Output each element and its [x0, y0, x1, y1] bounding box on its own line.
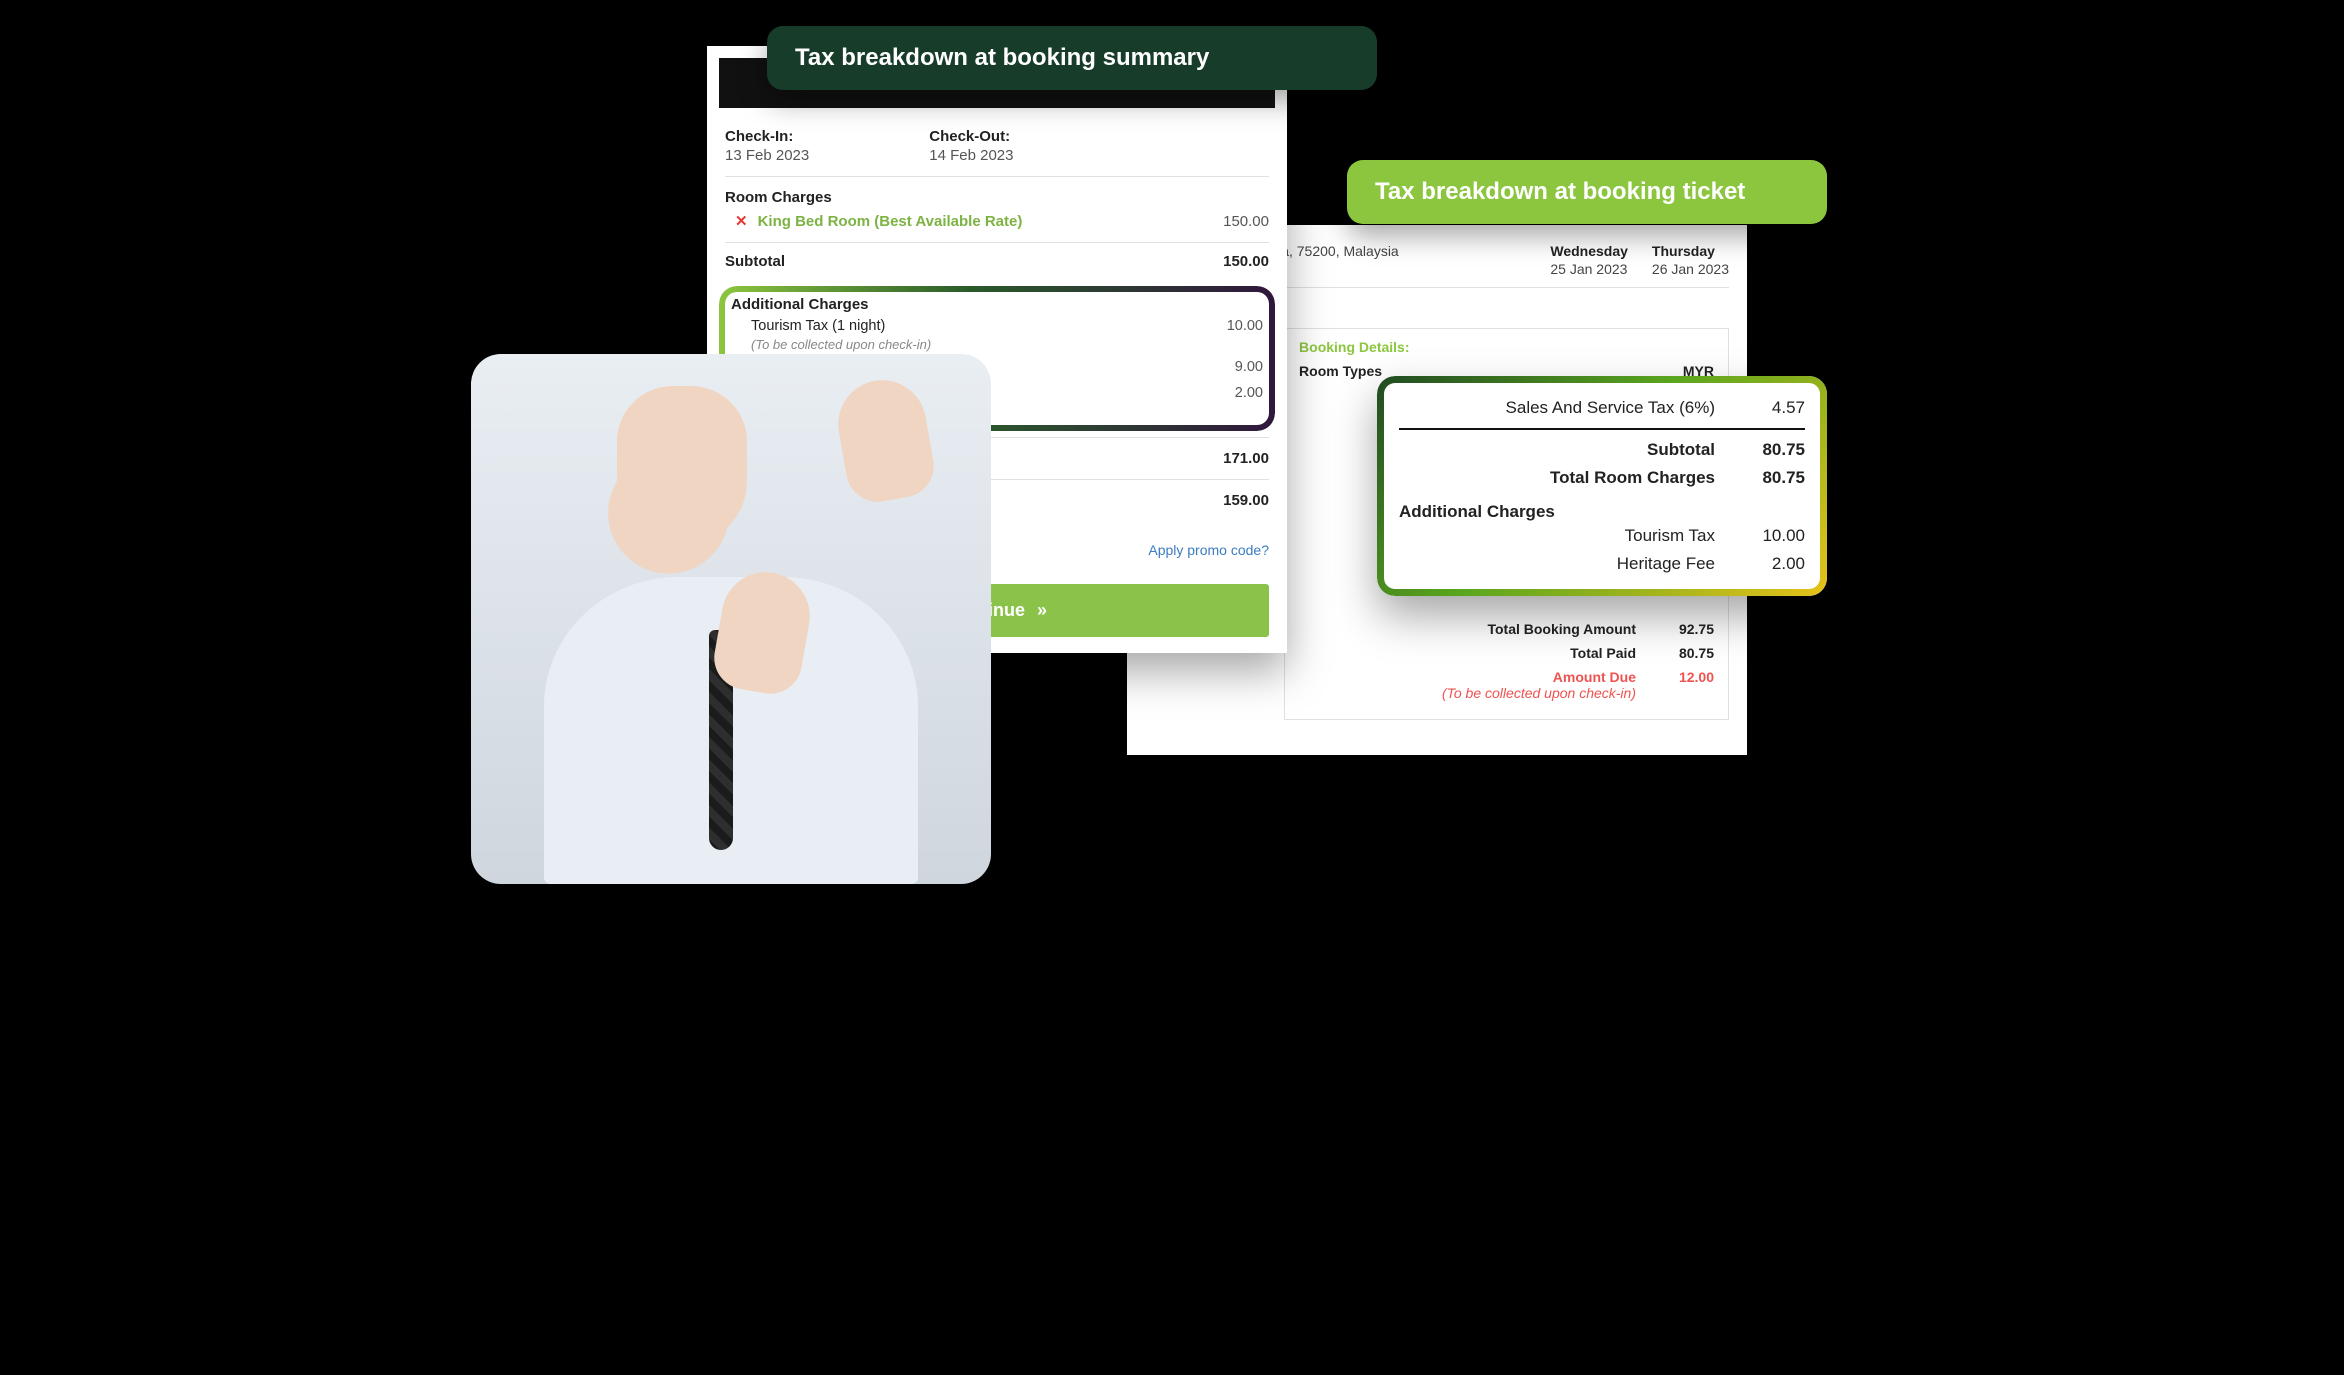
ticket-amount-due-value: 12.00	[1654, 669, 1714, 685]
pill-summary-text: Tax breakdown at booking summary	[795, 44, 1209, 71]
additional-charges-label: Additional Charges	[731, 296, 1263, 313]
ticket-subtotal-value: 80.75	[1743, 440, 1805, 460]
ticket-subtotal-label: Subtotal	[1647, 440, 1743, 460]
stage: Tax breakdown at booking summary Tax bre…	[417, 0, 1927, 886]
ticket-day-out-date: 26 Jan 2023	[1652, 261, 1729, 277]
ticket-room-charges-value: 80.75	[1743, 468, 1805, 488]
pill-summary-heading: Tax breakdown at booking summary	[767, 26, 1377, 90]
pill-ticket-heading: Tax breakdown at booking ticket	[1347, 160, 1827, 224]
check-out-label: Check-Out:	[929, 128, 1013, 145]
booking-details-title: Booking Details:	[1299, 339, 1714, 355]
room-charges-label: Room Charges	[725, 189, 1269, 206]
check-out-date: 14 Feb 2023	[929, 147, 1013, 164]
room-price: 150.00	[1223, 213, 1269, 230]
ticket-day-in-label: Wednesday	[1550, 243, 1628, 259]
ticket-total-paid-value: 80.75	[1654, 645, 1714, 661]
charge-value: 9.00	[1235, 359, 1263, 375]
amount-paid-value: 159.00	[1223, 492, 1269, 509]
tourism-value: 10.00	[1743, 526, 1805, 546]
room-name-link[interactable]: King Bed Room (Best Available Rate)	[758, 213, 1023, 230]
chevron-right-icon: »	[1037, 600, 1047, 621]
sst-value: 4.57	[1743, 398, 1805, 418]
person-image	[471, 354, 991, 884]
heritage-label: Heritage Fee	[1617, 554, 1743, 574]
charge-value: 10.00	[1227, 318, 1263, 334]
subtotal-value: 150.00	[1223, 253, 1269, 270]
ticket-room-charges-label: Total Room Charges	[1550, 468, 1743, 488]
check-in-date: 13 Feb 2023	[725, 147, 809, 164]
heritage-value: 2.00	[1743, 554, 1805, 574]
ticket-total-booking-value: 92.75	[1654, 621, 1714, 637]
charge-value: 2.00	[1235, 385, 1263, 401]
ticket-day-out-label: Thursday	[1652, 243, 1729, 259]
ticket-additional-charges-label: Additional Charges	[1399, 502, 1805, 522]
charge-hint: (To be collected upon check-in)	[751, 337, 1263, 352]
room-charge-row: ✕ King Bed Room (Best Available Rate) 15…	[725, 206, 1269, 243]
ticket-total-booking-label: Total Booking Amount	[1487, 621, 1654, 637]
ticket-day-in-date: 25 Jan 2023	[1550, 261, 1628, 277]
ticket-tax-highlight: Sales And Service Tax (6%) 4.57 Subtotal…	[1377, 376, 1827, 596]
ticket-amount-due-label: Amount Due	[1553, 669, 1636, 685]
charge-name: Tourism Tax (1 night)	[731, 318, 885, 334]
ticket-total-paid-label: Total Paid	[1570, 645, 1654, 661]
apply-promo-link[interactable]: Apply promo code?	[1148, 542, 1269, 558]
room-types-label: Room Types	[1299, 363, 1382, 379]
total-booking-value: 171.00	[1223, 450, 1269, 467]
remove-room-icon[interactable]: ✕	[735, 212, 748, 230]
tourism-label: Tourism Tax	[1625, 526, 1743, 546]
subtotal-label: Subtotal	[725, 253, 785, 270]
ticket-amount-due-hint: (To be collected upon check-in)	[1442, 685, 1636, 701]
charge-row: Tourism Tax (1 night) 10.00	[731, 313, 1263, 339]
booking-dates: Check-In: 13 Feb 2023 Check-Out: 14 Feb …	[725, 120, 1269, 177]
check-in-label: Check-In:	[725, 128, 809, 145]
sst-label: Sales And Service Tax (6%)	[1506, 398, 1743, 418]
pill-ticket-text: Tax breakdown at booking ticket	[1375, 178, 1745, 205]
